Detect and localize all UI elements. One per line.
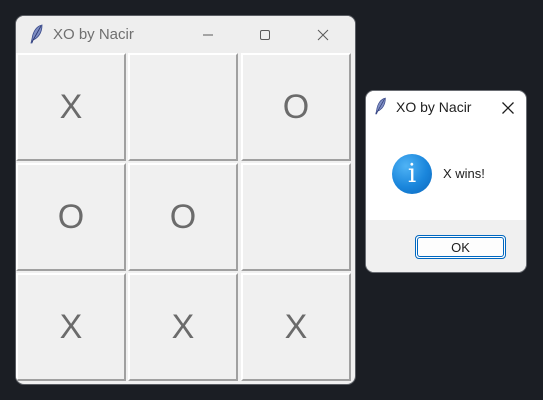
cell-1[interactable]: X: [16, 53, 126, 161]
close-icon: [317, 29, 329, 40]
cell-8[interactable]: X: [128, 273, 238, 381]
window-title: XO by Nacir: [53, 26, 134, 43]
feather-icon: [30, 24, 43, 44]
cell-9[interactable]: X: [241, 273, 351, 381]
maximize-button[interactable]: [242, 16, 288, 53]
ok-button[interactable]: OK: [415, 235, 506, 259]
game-window: XO by Nacir X O O O X X X: [16, 16, 355, 384]
dialog-message: X wins!: [443, 166, 485, 181]
info-icon: i: [392, 154, 432, 194]
game-board: X O O O X X X: [16, 53, 355, 384]
dialog-close-button[interactable]: [490, 91, 526, 124]
minimize-icon: [203, 34, 213, 35]
maximize-icon: [260, 29, 270, 40]
cell-7[interactable]: X: [16, 273, 126, 381]
feather-icon: [375, 97, 386, 115]
minimize-button[interactable]: [185, 16, 231, 53]
title-bar[interactable]: XO by Nacir: [16, 16, 355, 53]
dialog-footer: OK: [366, 220, 526, 272]
cell-5[interactable]: O: [128, 163, 238, 271]
result-dialog: XO by Nacir i X wins! OK: [366, 91, 526, 272]
cell-4[interactable]: O: [16, 163, 126, 271]
cell-2[interactable]: [128, 53, 238, 161]
dialog-title-bar[interactable]: XO by Nacir: [366, 91, 526, 124]
close-button[interactable]: [300, 16, 346, 53]
close-icon: [502, 101, 514, 114]
dialog-body: i X wins!: [366, 124, 526, 220]
cell-6[interactable]: [241, 163, 351, 271]
cell-3[interactable]: O: [241, 53, 351, 161]
dialog-title: XO by Nacir: [396, 99, 472, 115]
